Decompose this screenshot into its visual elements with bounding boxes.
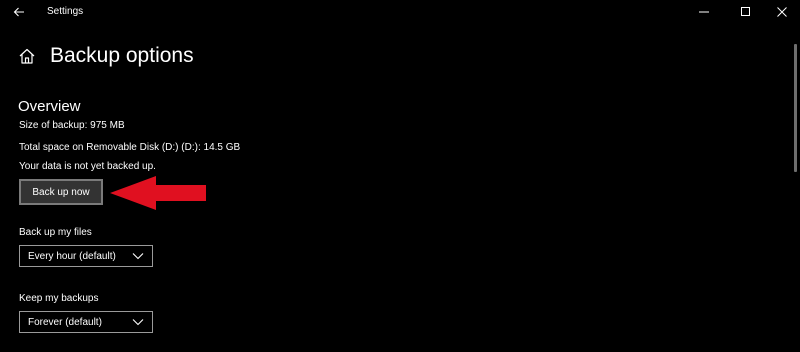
back-up-now-button[interactable]: Back up now [19,179,103,205]
backup-status-text: Your data is not yet backed up. [19,161,156,172]
minimize-button[interactable] [686,0,722,24]
maximize-button[interactable] [728,0,764,24]
back-button[interactable] [8,2,30,22]
overview-heading: Overview [18,98,81,115]
page-header: Backup options [18,42,194,70]
chevron-down-icon [132,250,144,262]
close-button[interactable] [764,0,800,24]
title-bar: Settings [0,0,800,26]
backup-size-text: Size of backup: 975 MB [19,120,125,131]
backup-frequency-value: Every hour (default) [28,250,116,262]
red-arrow-annotation [110,176,206,210]
home-icon[interactable] [18,47,36,65]
page-title: Backup options [50,44,194,67]
backup-frequency-dropdown[interactable]: Every hour (default) [19,245,153,267]
close-icon [777,7,787,17]
back-arrow-icon [13,7,24,17]
app-title: Settings [47,6,84,17]
minimize-icon [699,11,709,13]
settings-window: Settings Backup options Overview Size of… [0,0,800,352]
maximize-icon [741,7,750,16]
retention-dropdown[interactable]: Forever (default) [19,311,153,333]
retention-value: Forever (default) [28,316,102,328]
chevron-down-icon [132,316,144,328]
scrollbar[interactable] [794,44,797,172]
backup-frequency-label: Back up my files [19,227,92,238]
retention-label: Keep my backups [19,293,99,304]
total-space-text: Total space on Removable Disk (D:) (D:):… [19,142,241,153]
